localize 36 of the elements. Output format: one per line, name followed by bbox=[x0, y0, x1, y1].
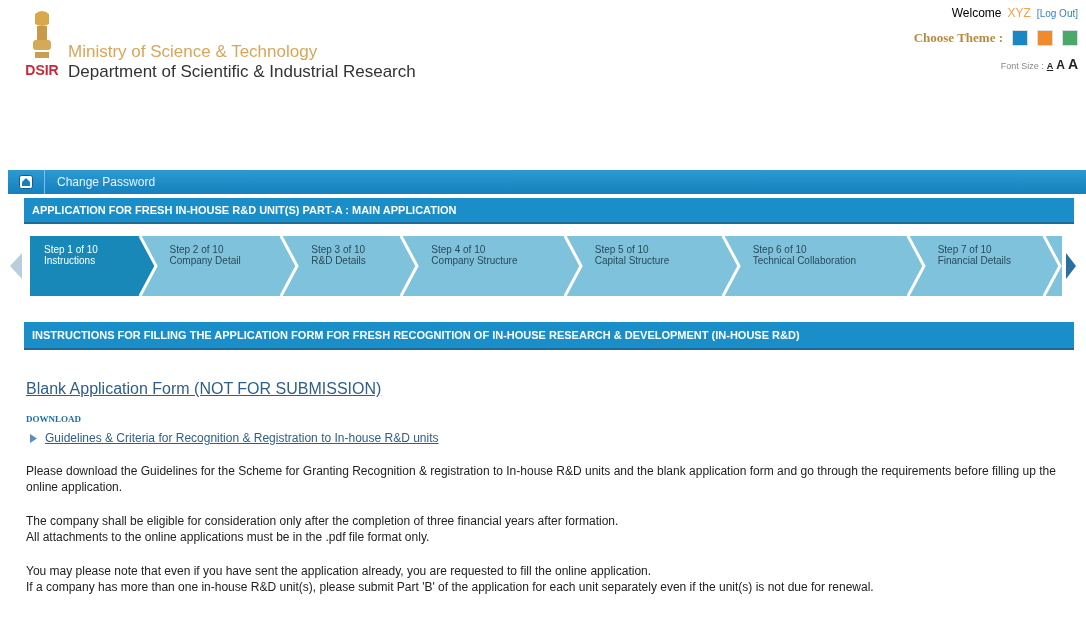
font-size-button[interactable]: A bbox=[1056, 58, 1065, 72]
theme-label: Choose Theme : bbox=[913, 30, 1003, 46]
guidelines-link[interactable]: Guidelines & Criteria for Recognition & Registration to In-house R&D units bbox=[45, 431, 439, 445]
form-title: APPLICATION FOR FRESH IN-HOUSE R&D UNIT(S) PART-A : MAIN APPLICATION bbox=[24, 198, 1074, 224]
welcome-label: Welcome bbox=[951, 6, 1002, 20]
blank-form-link[interactable]: Blank Application Form (NOT FOR SUBMISSION) bbox=[26, 380, 382, 398]
next-arrow-icon[interactable] bbox=[1066, 253, 1076, 279]
ministry-name: Ministry of Science & Technology bbox=[68, 42, 319, 62]
step-tab[interactable]: Step 6 of 10 Technical Collaboration bbox=[740, 236, 926, 296]
theme-swatch[interactable] bbox=[1012, 30, 1028, 46]
instruction-text: If a company has more than one in-house R&D unit(s), please submit Part 'B' of the application for each unit separately even if the unit(s) is not due for renewal. bbox=[26, 579, 875, 595]
logo-text: DSIR bbox=[25, 62, 59, 78]
theme-swatch[interactable] bbox=[1037, 30, 1053, 46]
font-size-button[interactable]: A bbox=[1046, 61, 1054, 71]
bullet-arrow-icon bbox=[30, 433, 37, 443]
logout-link[interactable]: [Log Out] bbox=[1036, 8, 1078, 19]
instruction-text: Please download the Guidelines for the Scheme for Granting Recognition & registration to In-house R&D units and the blank application form and go through the requirements before filling up the online application. bbox=[26, 463, 1057, 495]
instruction-text: All attachments to the online applications must be in the .pdf file format only. bbox=[26, 529, 431, 545]
previous-arrow-icon[interactable] bbox=[10, 253, 22, 279]
home-icon[interactable] bbox=[19, 175, 33, 189]
font-size-label: Font Size : bbox=[1000, 61, 1044, 71]
theme-swatch[interactable] bbox=[1062, 30, 1078, 46]
nav-link[interactable]: Change Password bbox=[45, 175, 168, 189]
department-name: Department of Scientific & Industrial Research bbox=[68, 62, 416, 82]
section-title: INSTRUCTIONS FOR FILLING THE APPLICATION FORM FOR FRESH RECOGNITION OF IN-HOUSE RESEARCH & DEVELOPMENT (IN-HOUSE R&D) bbox=[24, 322, 1074, 350]
step-tab[interactable]: Step 5 of 10 Capital Structure bbox=[582, 236, 741, 296]
font-size-button[interactable]: A bbox=[1067, 56, 1078, 72]
user-name: XYZ bbox=[1007, 6, 1031, 20]
instruction-text: The company shall be eligible for consideration only after the completion of three financial years after formation. bbox=[26, 513, 620, 529]
step-tab[interactable]: Step 7 of 10 Financial Details bbox=[925, 236, 1062, 296]
step-tab[interactable]: Step 2 of 10 Company Detail bbox=[157, 236, 300, 296]
instruction-text: You may please note that even if you have sent the application already, you are requested to fill the online application. bbox=[26, 563, 653, 579]
step-tab[interactable]: Step 3 of 10 R&D Details bbox=[299, 236, 420, 296]
step-tab[interactable]: Step 1 of 10 Instructions bbox=[30, 236, 158, 296]
download-heading: DOWNLOAD bbox=[26, 414, 81, 424]
step-tab[interactable]: Step 4 of 10 Company Structure bbox=[419, 236, 583, 296]
